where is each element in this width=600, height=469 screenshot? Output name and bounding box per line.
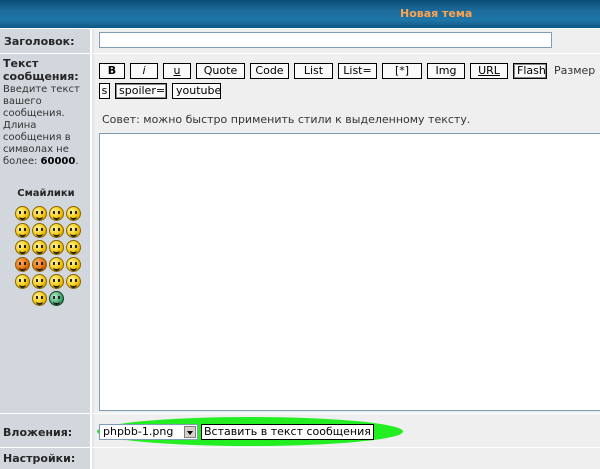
smilies-title: Смайлики [17, 188, 75, 199]
mad-icon[interactable] [15, 240, 30, 255]
attachment-select-value: phpbb-1.png [103, 425, 174, 438]
settings-label: Настройки: [3, 452, 76, 465]
page-header: Новая тема [0, 0, 600, 28]
attachments-field-cell: phpbb-1.png Вставить в текст сообщения [94, 414, 600, 447]
rolling-eyes-icon[interactable] [49, 257, 64, 272]
grin-icon[interactable] [32, 206, 47, 221]
font-size-label[interactable]: Размер [554, 64, 595, 77]
message-label-line2: сообщения: [3, 70, 79, 83]
evil-icon[interactable] [15, 257, 30, 272]
message-label-cell: Текст сообщения: Введите текст вашего со… [0, 54, 92, 413]
surprised-icon[interactable] [66, 206, 81, 221]
attachment-select[interactable]: phpbb-1.png [99, 424, 198, 440]
settings-label-cell: Настройки: [0, 448, 92, 469]
message-max-chars: 60000 [40, 156, 76, 167]
strike-button[interactable]: s [99, 82, 110, 99]
subject-field-cell [94, 29, 600, 53]
laughing-icon[interactable] [66, 223, 81, 238]
underline-button[interactable]: u [163, 62, 191, 79]
sad-icon[interactable] [49, 206, 64, 221]
question-icon[interactable] [32, 274, 47, 289]
subject-input[interactable] [99, 32, 552, 48]
subject-label-cell: Заголовок: [0, 29, 92, 53]
shocked-icon[interactable] [15, 223, 30, 238]
smile-icon[interactable] [15, 206, 30, 221]
settings-field-cell [94, 448, 600, 469]
insert-attachment-button[interactable]: Вставить в текст сообщения [201, 424, 374, 440]
page-title: Новая тема [400, 7, 473, 20]
arrow-icon[interactable] [66, 274, 81, 289]
mr-green-icon[interactable] [49, 291, 64, 306]
confused-icon[interactable] [32, 223, 47, 238]
subject-row: Заголовок: [0, 28, 600, 53]
attachments-row: Вложения: phpbb-1.png Вставить в текст с… [0, 413, 600, 447]
embarrassed-icon[interactable] [49, 240, 64, 255]
list-item-button[interactable]: [*] [382, 62, 422, 79]
list-numbered-button[interactable]: List= [338, 62, 377, 79]
cool-icon[interactable] [49, 223, 64, 238]
attachments-label-cell: Вложения: [0, 414, 92, 447]
attachments-label: Вложения: [3, 426, 73, 439]
settings-row: Настройки: [0, 447, 600, 469]
chevron-down-icon[interactable] [184, 426, 196, 438]
quote-button[interactable]: Quote [196, 62, 245, 79]
razz-icon[interactable] [32, 240, 47, 255]
url-button[interactable]: URL [470, 62, 508, 79]
wink-icon[interactable] [66, 257, 81, 272]
idea-icon[interactable] [49, 274, 64, 289]
neutral-icon[interactable] [32, 291, 47, 306]
bbcode-toolbar: B i u Quote Code List List= [*] Img URL … [99, 62, 595, 102]
message-row: Текст сообщения: Введите текст вашего со… [0, 53, 600, 413]
smilies-grid [8, 206, 88, 308]
bold-button[interactable]: B [99, 62, 125, 79]
twisted-evil-icon[interactable] [32, 257, 47, 272]
code-button[interactable]: Code [250, 62, 289, 79]
youtube-button[interactable]: youtube [172, 82, 221, 99]
list-button[interactable]: List [294, 62, 333, 79]
img-button[interactable]: Img [427, 62, 465, 79]
spoiler-button[interactable]: spoiler= [115, 82, 167, 99]
message-label-line1: Текст [3, 57, 39, 70]
message-hint: Введите текст вашего сообщения. Длина со… [3, 84, 80, 167]
message-field-cell: B i u Quote Code List List= [*] Img URL … [94, 54, 600, 413]
formatting-tip: Совет: можно быстро применить стили к вы… [102, 113, 471, 126]
message-textarea[interactable] [99, 133, 600, 411]
crying-icon[interactable] [66, 240, 81, 255]
subject-label: Заголовок: [4, 35, 75, 48]
message-hint-text: Введите текст вашего сообщения. Длина со… [3, 84, 80, 167]
exclamation-icon[interactable] [15, 274, 30, 289]
flash-button[interactable]: Flash [513, 62, 547, 79]
italic-button[interactable]: i [130, 62, 158, 79]
